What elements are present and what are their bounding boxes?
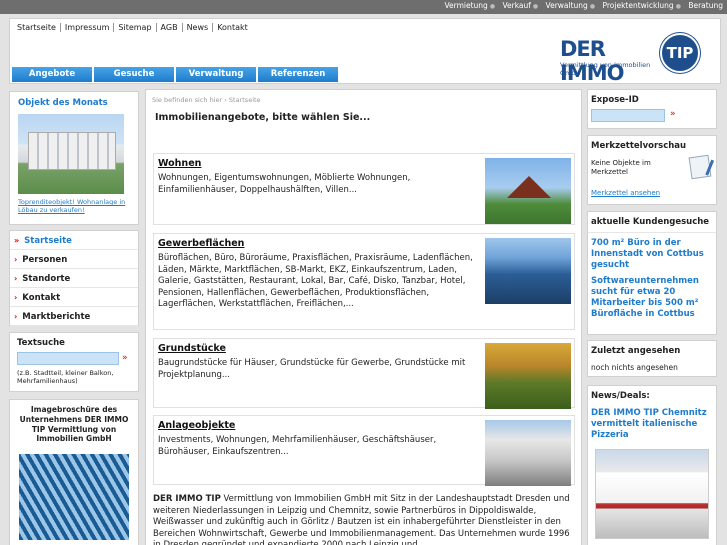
main-content: Sie befinden sich hier › Startseite Immo… [145, 89, 582, 545]
company-name: DER IMMO TIP [153, 494, 221, 504]
listing-title[interactable]: Grundstücke [158, 343, 226, 354]
notepad-status: Keine Objekte im Merkzettel [591, 159, 651, 177]
text-search-input[interactable] [17, 352, 119, 365]
text-search-box: Textsuche » (z.B. Stadtteil, kleiner Bal… [9, 332, 139, 392]
object-of-month-link[interactable]: Toprenditeobjekt! Wohnanlage in Löbau zu… [18, 198, 130, 215]
bullet-icon: ● [675, 3, 681, 10]
listing-title[interactable]: Wohnen [158, 158, 201, 169]
brochure-image[interactable] [19, 450, 129, 540]
nav-news[interactable]: News [182, 23, 214, 32]
recently-viewed-title: Zuletzt angesehen [591, 346, 681, 356]
expose-id-box: Expose-ID » [587, 89, 717, 129]
sidebar-item-label: Marktberichte [22, 312, 91, 322]
news-item-image[interactable] [595, 449, 709, 539]
sidebar-item-label: Kontakt [22, 293, 61, 303]
expose-submit-icon[interactable]: » [670, 109, 676, 119]
customer-request-item[interactable]: Softwareunternehmen sucht für etwa 20 Mi… [591, 276, 713, 320]
listing-description: Baugrundstücke für Häuser, Grundstücke f… [158, 358, 466, 380]
news-deals-title: News/Deals: [591, 391, 650, 401]
company-logo[interactable]: DER IMMO Vermittlung von Immobilien GmbH… [560, 33, 700, 85]
listing-description: Büroflächen, Büro, Büroräume, Praxisfläc… [158, 253, 473, 309]
listing-description: Wohnungen, Eigentumswohnungen, Möblierte… [158, 173, 411, 195]
logo-seal-icon: TIP [660, 33, 700, 73]
object-of-month-title: Objekt des Monats [18, 98, 108, 108]
listing-title[interactable]: Anlageobjekte [158, 420, 235, 431]
double-chevron-icon: » [14, 236, 20, 245]
top-utility-links: Vermietung ● Verkauf ● Verwaltung ● Projekt… [442, 1, 723, 10]
listing-thumbnail[interactable] [485, 343, 571, 409]
main-nav: Angebote Gesuche Verwaltung Referenzen [12, 67, 340, 82]
listing-grundstuecke[interactable]: Grundstücke Baugrundstücke für Häuser, G… [153, 338, 575, 409]
sidebar-item-label: Personen [22, 255, 68, 265]
sidebar-item-marktberichte[interactable]: › Marktberichte [10, 307, 138, 326]
site-header: Startseite Impressum Sitemap AGB News Kontakt… [9, 18, 721, 85]
customer-request-item[interactable]: 700 m² Büro in der Innenstadt von Cottbu… [591, 238, 713, 271]
object-of-month-photo[interactable] [18, 114, 124, 194]
top-utility-bar: Vermietung ● Verkauf ● Verwaltung ● Projekt… [0, 0, 727, 14]
breadcrumb: Sie befinden sich hier › Startseite [152, 96, 261, 104]
top-link-verkauf[interactable]: Verkauf [502, 1, 530, 10]
nav-startseite[interactable]: Startseite [13, 23, 61, 32]
recently-viewed-status: noch nichts angesehen [591, 363, 678, 372]
sidebar-item-label: Standorte [22, 274, 71, 284]
arrow-right-icon: › [14, 312, 18, 321]
listing-anlageobjekte[interactable]: Anlageobjekte Investments, Wohnungen, Me… [153, 415, 575, 486]
brochure-title[interactable]: Imagebroschüre des Unternehmens DER IMMO… [16, 405, 132, 444]
logo-subtitle: Vermittlung von Immobilien GmbH [560, 61, 651, 77]
text-search-label: Textsuche [17, 338, 65, 348]
sidebar-item-kontakt[interactable]: › Kontakt [10, 288, 138, 307]
search-submit-icon[interactable]: » [122, 353, 128, 363]
nav-sitemap[interactable]: Sitemap [114, 23, 157, 32]
sidebar-item-standorte[interactable]: › Standorte [10, 269, 138, 288]
tab-gesuche[interactable]: Gesuche [94, 67, 174, 82]
news-deals-box: News/Deals: DER IMMO TIP Chemnitz vermit… [587, 385, 717, 545]
notepad-preview-box: Merkzettelvorschau Keine Objekte im Merk… [587, 135, 717, 205]
side-menu: » Startseite › Personen › Standorte › Kontak… [9, 230, 139, 326]
top-link-vermietung[interactable]: Vermietung [444, 1, 487, 10]
customer-requests-box: aktuelle Kundengesuche 700 m² Büro in de… [587, 211, 717, 335]
sidebar-item-personen[interactable]: › Personen [10, 250, 138, 269]
tab-angebote[interactable]: Angebote [12, 67, 92, 82]
listing-gewerbeflaechen[interactable]: Gewerbeflächen Büroflächen, Büro, Bürorä… [153, 233, 575, 330]
listing-thumbnail[interactable] [485, 420, 571, 486]
news-item-link[interactable]: DER IMMO TIP Chemnitz vermittelt italien… [591, 408, 713, 441]
notepad-icon [688, 154, 712, 180]
listing-thumbnail[interactable] [485, 158, 571, 224]
arrow-right-icon: › [14, 274, 18, 283]
arrow-right-icon: › [14, 293, 18, 302]
expose-id-input[interactable] [591, 109, 665, 122]
listing-title[interactable]: Gewerbeflächen [158, 238, 244, 249]
text-search-hint: (z.B. Stadtteil, kleiner Balkon, Mehrfam… [17, 369, 114, 386]
page-title: Immobilienangebote, bitte wählen Sie... [155, 112, 371, 123]
top-link-beratung[interactable]: Beratung [688, 1, 723, 10]
bullet-icon: ● [489, 3, 496, 10]
nav-kontakt[interactable]: Kontakt [213, 23, 252, 32]
recently-viewed-box: Zuletzt angesehen noch nichts angesehen [587, 340, 717, 377]
top-link-projektentwicklung[interactable]: Projektentwicklung [602, 1, 673, 10]
object-of-month-box: Objekt des Monats Toprenditeobjekt! Wohn… [9, 91, 139, 225]
expose-id-label: Expose-ID [591, 95, 639, 105]
brochure-box: Imagebroschüre des Unternehmens DER IMMO… [9, 399, 139, 545]
sidebar-item-startseite[interactable]: » Startseite [10, 231, 138, 250]
listing-wohnen[interactable]: Wohnen Wohnungen, Eigentumswohnungen, Mö… [153, 153, 575, 225]
sidebar-item-label: Startseite [24, 236, 72, 246]
bullet-icon: ● [589, 3, 596, 10]
listing-description: Investments, Wohnungen, Mehrfamilienhäus… [158, 435, 437, 457]
tab-referenzen[interactable]: Referenzen [258, 67, 338, 82]
top-link-verwaltung[interactable]: Verwaltung [546, 1, 588, 10]
header-nav: Startseite Impressum Sitemap AGB News Kontakt [13, 23, 252, 32]
customer-requests-title: aktuelle Kundengesuche [588, 217, 716, 233]
notepad-view-link[interactable]: Merkzettel ansehen [591, 189, 660, 197]
listing-thumbnail[interactable] [485, 238, 571, 304]
arrow-right-icon: › [14, 255, 18, 264]
company-description: DER IMMO TIP Vermittlung von Immobilien … [153, 494, 578, 545]
tab-verwaltung[interactable]: Verwaltung [176, 67, 256, 82]
nav-impressum[interactable]: Impressum [60, 23, 115, 32]
notepad-title: Merkzettelvorschau [591, 141, 687, 151]
bullet-icon: ● [532, 3, 539, 10]
nav-agb[interactable]: AGB [156, 23, 183, 32]
